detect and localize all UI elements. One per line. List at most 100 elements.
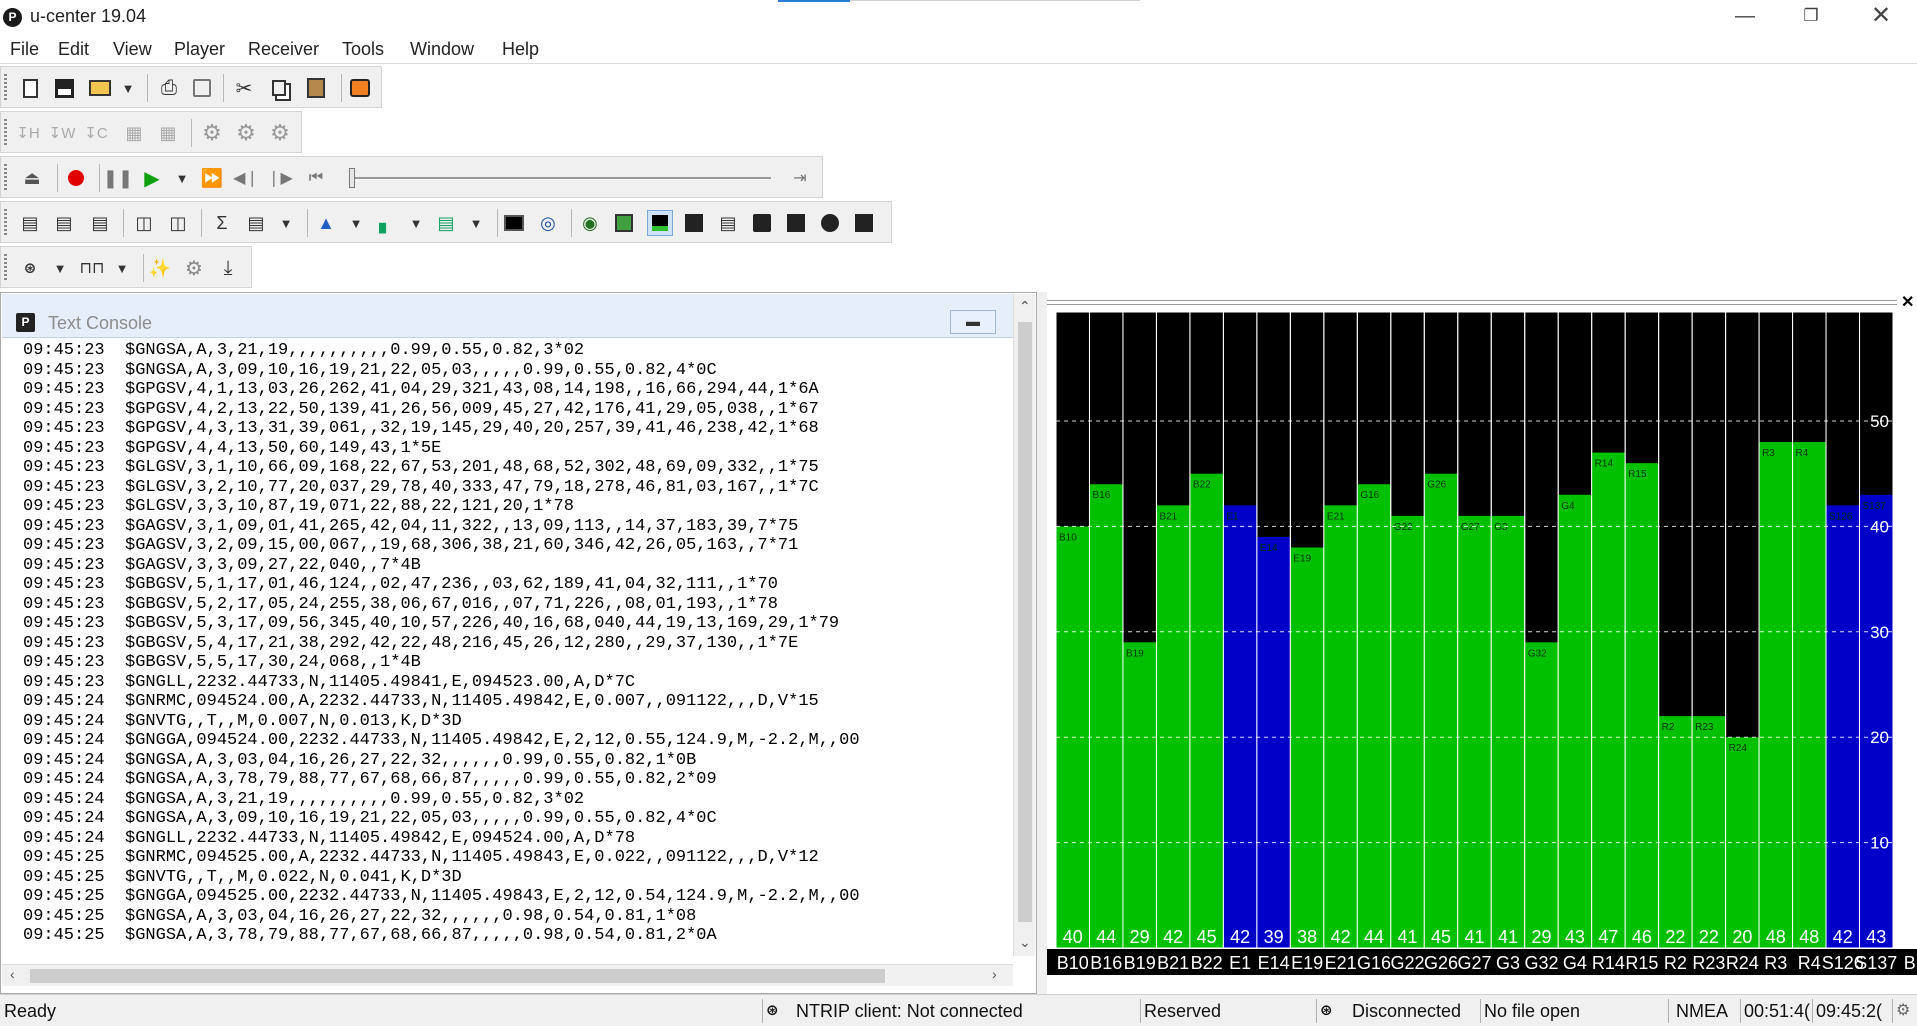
statistic-icon[interactable]: Σ <box>209 210 235 236</box>
satellite-radar-icon[interactable] <box>851 210 877 236</box>
copy-icon[interactable] <box>266 75 292 101</box>
scrollbar-thumb[interactable] <box>30 969 885 983</box>
menu-receiver[interactable]: Receiver <box>248 39 319 60</box>
data-view-icon[interactable]: ▤ <box>715 210 741 236</box>
console-vertical-scrollbar[interactable]: ⌃ ⌄ <box>1013 294 1035 956</box>
black-screen-icon[interactable] <box>501 210 527 236</box>
config-gear-icon[interactable]: ⚙ <box>199 120 225 146</box>
histogram-view-icon[interactable]: ▤ <box>433 210 459 236</box>
toolbar-grip[interactable] <box>4 119 7 147</box>
x-category-label: R4 <box>1798 953 1821 973</box>
messages-icon[interactable]: ▤ <box>17 210 43 236</box>
cut-icon[interactable]: ✂ <box>231 75 257 101</box>
x-category-label: R2 <box>1664 953 1687 973</box>
connection-icon[interactable]: ⊛ <box>17 255 43 281</box>
fast-forward-icon[interactable]: ⏩ <box>199 165 225 191</box>
config-save-icon[interactable]: ⚙ <box>267 120 293 146</box>
scroll-down-icon[interactable]: ⌄ <box>1019 934 1031 951</box>
signal-bars-icon[interactable] <box>647 210 673 236</box>
console-horizontal-scrollbar[interactable]: ‹ › <box>2 964 1013 986</box>
compass-icon[interactable]: ◉ <box>577 210 603 236</box>
menu-view[interactable]: View <box>113 39 152 60</box>
config-view-icon[interactable]: ▤ <box>51 210 77 236</box>
warm-start-icon[interactable]: ↧W <box>49 120 76 146</box>
panel-close-icon[interactable]: ✕ <box>1901 292 1914 312</box>
scroll-right-icon[interactable]: › <box>992 966 997 982</box>
map-dropdown-icon[interactable]: ▼ <box>343 210 369 236</box>
panel-splitter[interactable] <box>1037 292 1047 994</box>
menu-window[interactable]: Window <box>410 39 474 60</box>
open-folder-icon[interactable] <box>87 75 113 101</box>
minimize-icon[interactable]: — <box>1716 0 1774 34</box>
console-log[interactable]: 09:45:23 $GNGSA,A,3,21,19,,,,,,,,,,0.99,… <box>23 341 1009 941</box>
baudrate-dropdown-icon[interactable]: ▼ <box>109 255 135 281</box>
resize-grip-icon[interactable]: ⚙ <box>1896 997 1916 1025</box>
poll-all-icon[interactable]: ▦ <box>155 120 181 146</box>
eject-icon[interactable]: ⏏ <box>19 165 45 191</box>
histogram-dropdown-icon[interactable]: ▼ <box>463 210 489 236</box>
seek-end-icon[interactable]: ⇥ <box>787 165 813 191</box>
stop-record-icon[interactable] <box>347 75 373 101</box>
menu-player[interactable]: Player <box>174 39 225 60</box>
toolbar-grip[interactable] <box>4 164 7 192</box>
autobauding-wand-icon[interactable]: ✨ <box>147 255 173 281</box>
binary-console-icon[interactable]: ◫ <box>165 210 191 236</box>
save-icon[interactable] <box>51 75 77 101</box>
new-file-icon[interactable] <box>17 75 43 101</box>
sky-plot-icon[interactable] <box>749 210 775 236</box>
play-dropdown-icon[interactable]: ▼ <box>169 165 195 191</box>
play-icon[interactable]: ▶ <box>139 165 165 191</box>
pause-icon[interactable]: ❚❚ <box>103 165 133 191</box>
menu-file[interactable]: File <box>10 39 39 60</box>
toolbar-grip[interactable] <box>4 254 7 282</box>
chart-dropdown-icon[interactable]: ▼ <box>403 210 429 236</box>
playback-slider-thumb[interactable] <box>349 168 355 188</box>
status-time: 09:45:2( <box>1816 1001 1883 1021</box>
menu-tools[interactable]: Tools <box>342 39 384 60</box>
clock-view-icon[interactable] <box>817 210 843 236</box>
rewind-start-icon[interactable]: ⏮ <box>303 165 329 191</box>
table-dropdown-icon[interactable]: ▼ <box>273 210 299 236</box>
baudrate-icon[interactable]: ⊓⊓ <box>79 255 105 281</box>
download-icon[interactable]: ⤓ <box>215 255 241 281</box>
database-icon[interactable]: ▤ <box>87 210 113 236</box>
playback-slider-track[interactable] <box>351 177 771 180</box>
cold-start-icon[interactable]: ↧C <box>83 120 109 146</box>
console-line: 09:45:23 $GNGLL,2232.44733,N,11405.49841… <box>23 672 636 692</box>
connection-dropdown-icon[interactable]: ▼ <box>47 255 73 281</box>
restore-icon[interactable]: ❐ <box>1782 0 1840 34</box>
print-icon[interactable]: ⎙ <box>156 75 182 101</box>
map-view-icon[interactable]: ▲ <box>313 210 339 236</box>
console-minimize-button[interactable]: ▬ <box>950 310 996 334</box>
satellite-level-icon[interactable] <box>681 210 707 236</box>
panel-grip[interactable] <box>1047 300 1897 305</box>
print-preview-icon[interactable] <box>189 75 215 101</box>
debug-icon[interactable]: ⚙ <box>181 255 207 281</box>
toolbar-grip[interactable] <box>4 74 7 102</box>
open-dropdown-icon[interactable]: ▼ <box>115 75 141 101</box>
signal-bar <box>1625 463 1659 948</box>
close-icon[interactable]: ✕ <box>1852 0 1910 34</box>
chart-view-icon[interactable]: ▖ <box>373 210 399 236</box>
step-back-icon[interactable]: ◀❘ <box>233 165 259 191</box>
packet-console-icon[interactable]: ◫ <box>131 210 157 236</box>
record-icon[interactable] <box>63 165 89 191</box>
table-view-icon[interactable]: ▤ <box>243 210 269 236</box>
toolbar-grip[interactable] <box>4 209 7 237</box>
map-green-icon[interactable] <box>611 210 637 236</box>
menu-edit[interactable]: Edit <box>58 39 89 60</box>
menu-help[interactable]: Help <box>502 39 539 60</box>
scroll-left-icon[interactable]: ‹ <box>10 966 15 982</box>
config-send-icon[interactable]: ⚙ <box>233 120 259 146</box>
signal-bar <box>1390 515 1425 948</box>
poll-icon[interactable]: ▦ <box>121 120 147 146</box>
scroll-up-icon[interactable]: ⌃ <box>1019 298 1031 315</box>
sky-view-icon[interactable]: ◎ <box>535 210 561 236</box>
paste-icon[interactable] <box>303 75 329 101</box>
separator <box>571 209 572 237</box>
scrollbar-thumb[interactable] <box>1018 322 1032 922</box>
step-forward-icon[interactable]: ❘▶ <box>267 165 293 191</box>
deviation-map-icon[interactable] <box>783 210 809 236</box>
x-category-label: E21 <box>1325 953 1357 973</box>
hot-start-icon[interactable]: ↧H <box>15 120 41 146</box>
